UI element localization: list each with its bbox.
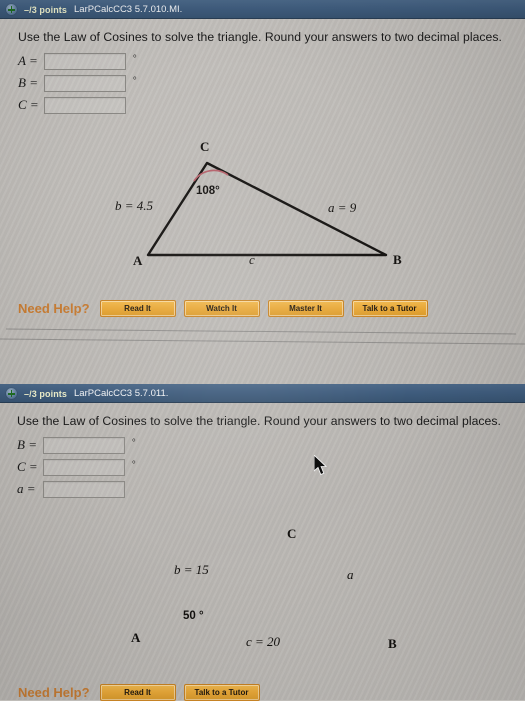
angle-label-C-1: 108° bbox=[196, 185, 220, 197]
vertex-label-C-2: C bbox=[287, 526, 297, 541]
problem-prompt-2: Use the Law of Cosines to solve the tria… bbox=[17, 414, 501, 428]
answer-input-a-2[interactable] bbox=[43, 480, 125, 498]
answer-input-B-2[interactable] bbox=[43, 436, 125, 454]
side-label-c-2: c = 20 bbox=[246, 634, 281, 649]
side-label-c-1: c bbox=[249, 252, 255, 267]
triangle-svg-1 bbox=[146, 161, 388, 257]
triangle-svg-2 bbox=[0, 500, 525, 700]
side-label-a-1: a = 9 bbox=[328, 200, 357, 215]
vertex-label-A-1: A bbox=[133, 253, 143, 268]
answer-label-B-2: B = bbox=[17, 437, 37, 452]
angle-arc-C-1 bbox=[193, 169, 229, 182]
question-reference-2: LarPCalcCC3 5.7.011. bbox=[74, 388, 169, 399]
mouse-cursor bbox=[314, 455, 328, 476]
answer-row-C-2: C = ° bbox=[17, 458, 136, 476]
master-it-button-1[interactable]: Master It bbox=[267, 300, 344, 317]
need-help-label-1: Need Help? bbox=[18, 301, 90, 316]
need-help-label-2: Need Help? bbox=[18, 685, 90, 700]
answer-label-a-2: a = bbox=[17, 481, 36, 496]
answer-label-C-2: C = bbox=[17, 459, 38, 474]
read-it-button-2[interactable]: Read It bbox=[99, 684, 176, 701]
vertex-label-B-1: B bbox=[393, 252, 402, 267]
vertex-label-B-2: B bbox=[388, 636, 397, 651]
side-label-a-2: a bbox=[347, 567, 354, 582]
points-label-2: –/3 points bbox=[24, 388, 68, 399]
degree-symbol-B-2: ° bbox=[132, 437, 136, 447]
need-help-row-1: Need Help? Read It Watch It Master It Ta… bbox=[18, 300, 436, 317]
side-label-b-2: b = 15 bbox=[174, 562, 209, 577]
answer-row-a-2: a = bbox=[17, 480, 125, 498]
talk-to-tutor-button-2[interactable]: Talk to a Tutor bbox=[183, 684, 260, 701]
talk-to-tutor-button-1[interactable]: Talk to a Tutor bbox=[351, 300, 428, 317]
side-label-b-1: b = 4.5 bbox=[115, 198, 154, 213]
vertex-label-A-2: A bbox=[131, 630, 141, 645]
degree-symbol-C-2: ° bbox=[132, 459, 136, 469]
problem-header-2[interactable]: –/3 points LarPCalcCC3 5.7.011. bbox=[0, 384, 525, 403]
read-it-button-1[interactable]: Read It bbox=[99, 300, 176, 317]
watch-it-button-1[interactable]: Watch It bbox=[183, 300, 260, 317]
need-help-row-2: Need Help? Read It Talk to a Tutor bbox=[18, 684, 268, 701]
answer-row-B-2: B = ° bbox=[17, 436, 136, 454]
vertex-label-C-1: C bbox=[200, 139, 210, 154]
answer-input-C-2[interactable] bbox=[43, 458, 125, 476]
plus-circle-icon[interactable] bbox=[6, 388, 17, 399]
angle-label-A-2: 50 ° bbox=[183, 610, 204, 622]
